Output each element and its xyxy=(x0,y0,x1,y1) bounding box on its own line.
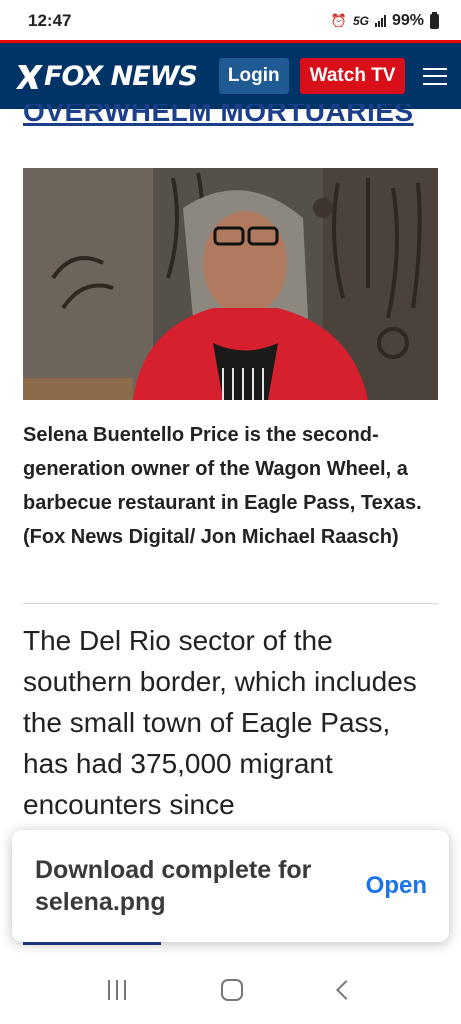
toast-message: Download complete for selena.png xyxy=(35,856,312,916)
battery-level: 99% xyxy=(391,12,424,29)
back-icon[interactable] xyxy=(336,979,357,1000)
article-photo[interactable] xyxy=(23,168,438,400)
article-paragraph: The Del Rio sector of the southern borde… xyxy=(23,625,417,820)
caption-divider xyxy=(23,603,438,604)
recents-icon[interactable] xyxy=(107,979,126,1000)
status-time: 12:47 xyxy=(28,11,72,30)
home-icon[interactable] xyxy=(221,978,244,1001)
headline-text: OVERWHELM MORTUARIES xyxy=(23,104,414,127)
open-button[interactable]: Open xyxy=(366,872,427,900)
network-type: 5G xyxy=(352,14,369,28)
fox-news-logo[interactable]: FOX NEWS xyxy=(16,60,198,92)
battery-icon xyxy=(430,11,439,29)
download-toast: Download complete for selena.png Open xyxy=(12,830,449,942)
alarm-icon: ⏰ xyxy=(330,13,347,28)
signal-icon xyxy=(374,15,386,27)
status-icons: ⏰ 5G 99% xyxy=(330,11,439,30)
status-bar: 12:47 ⏰ 5G 99% xyxy=(0,0,461,42)
logo-text: FOX NEWS xyxy=(44,60,198,92)
portrait-image xyxy=(23,168,438,400)
photo-caption: Selena Buentello Price is the second-gen… xyxy=(23,424,422,548)
site-header: FOX NEWS Login Watch TV xyxy=(0,40,461,109)
hamburger-menu-icon[interactable] xyxy=(423,67,447,85)
watch-tv-button[interactable]: Watch TV xyxy=(299,58,406,94)
headline-link[interactable]: OVERWHELM MORTUARIES xyxy=(23,104,423,130)
system-nav-bar xyxy=(0,955,461,1024)
login-button[interactable]: Login xyxy=(218,58,289,94)
fox-logo-mark-icon xyxy=(16,65,43,89)
